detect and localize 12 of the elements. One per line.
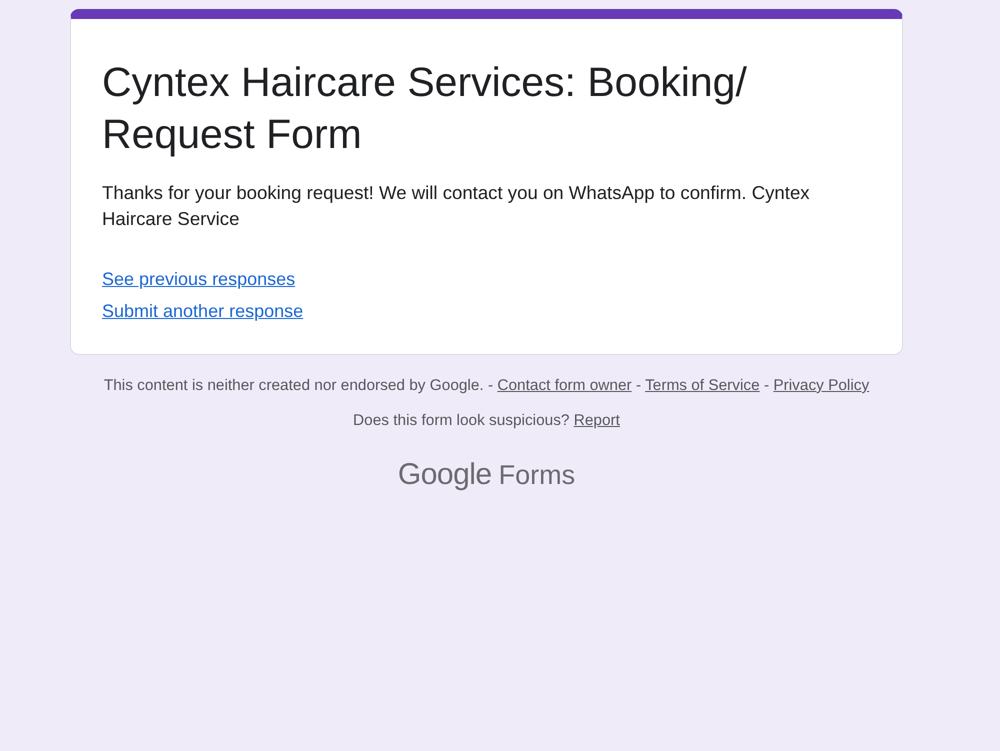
- disclaimer-text: This content is neither created nor endorsed by Google. - Contact form owner - Terms of Service - Privacy Policy: [102, 376, 870, 396]
- footer-link[interactable]: Contact form owner: [497, 377, 632, 394]
- form-title: Cyntex Haircare Services: Booking/ Request Form: [102, 58, 748, 159]
- report-prompt: Does this form look suspicious? Report: [352, 411, 621, 431]
- response-link[interactable]: See previous responses: [102, 263, 296, 295]
- product-name: Forms: [498, 459, 576, 492]
- report-link[interactable]: Report: [574, 412, 620, 429]
- logo-wordmark: Google: [398, 457, 492, 493]
- footer-link[interactable]: Terms of Service: [645, 377, 760, 394]
- confirmation-message: Thanks for your booking request! We will contact you on WhatsApp to confirm. Cyntex Haircare Service: [102, 181, 811, 231]
- response-link[interactable]: Submit another response: [102, 295, 304, 327]
- footer-link[interactable]: Privacy Policy: [773, 377, 870, 394]
